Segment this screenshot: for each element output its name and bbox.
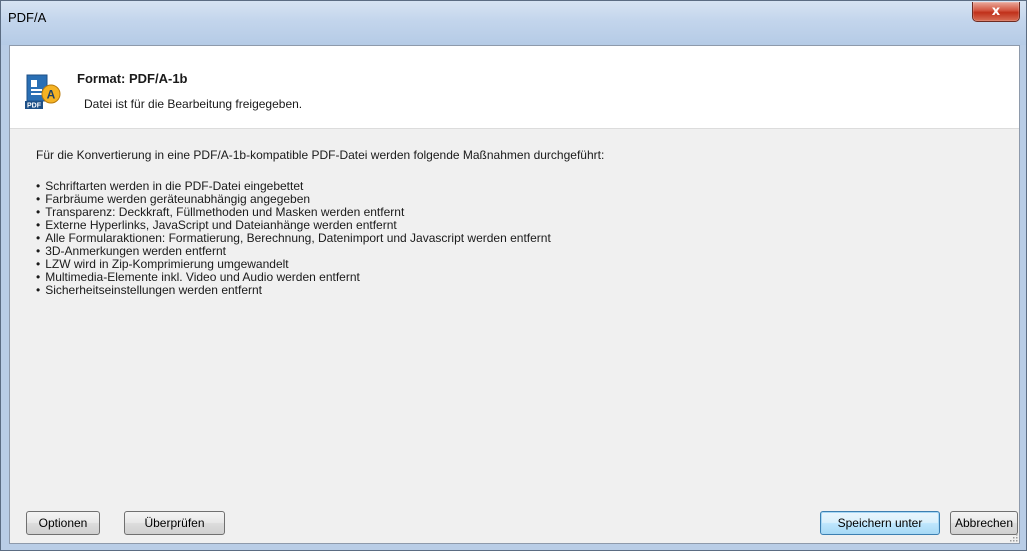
close-icon: x [991,4,1001,19]
resize-grip-icon[interactable] [1008,532,1018,542]
conversion-intro-text: Für die Konvertierung in eine PDF/A-1b-k… [36,148,605,162]
dialog-client-area: A PDF Format: PDF/A-1b Datei ist für die… [9,45,1020,544]
options-button[interactable]: Optionen [26,511,100,535]
format-title: Format: PDF/A-1b [77,71,188,86]
format-status: Datei ist für die Bearbeitung freigegebe… [84,97,303,111]
icon-pdf-label: PDF [27,103,42,110]
pdfa-format-icon: A PDF [25,74,61,110]
format-header: A PDF Format: PDF/A-1b Datei ist für die… [10,46,1019,129]
pdfa-dialog-window: PDF/A x A PDF Format: PDF/A-1b Datei ist… [0,0,1027,551]
conversion-measures-list: Schriftarten werden in die PDF-Datei ein… [36,180,551,297]
close-button[interactable]: x [972,2,1020,22]
window-title: PDF/A [8,10,47,25]
check-button[interactable]: Überprüfen [124,511,225,535]
list-item: Sicherheitseinstellungen werden entfernt [36,284,551,297]
title-bar[interactable]: PDF/A x [1,1,1026,45]
icon-letter-a: A [47,88,56,102]
save-as-button[interactable]: Speichern unter [820,511,940,535]
